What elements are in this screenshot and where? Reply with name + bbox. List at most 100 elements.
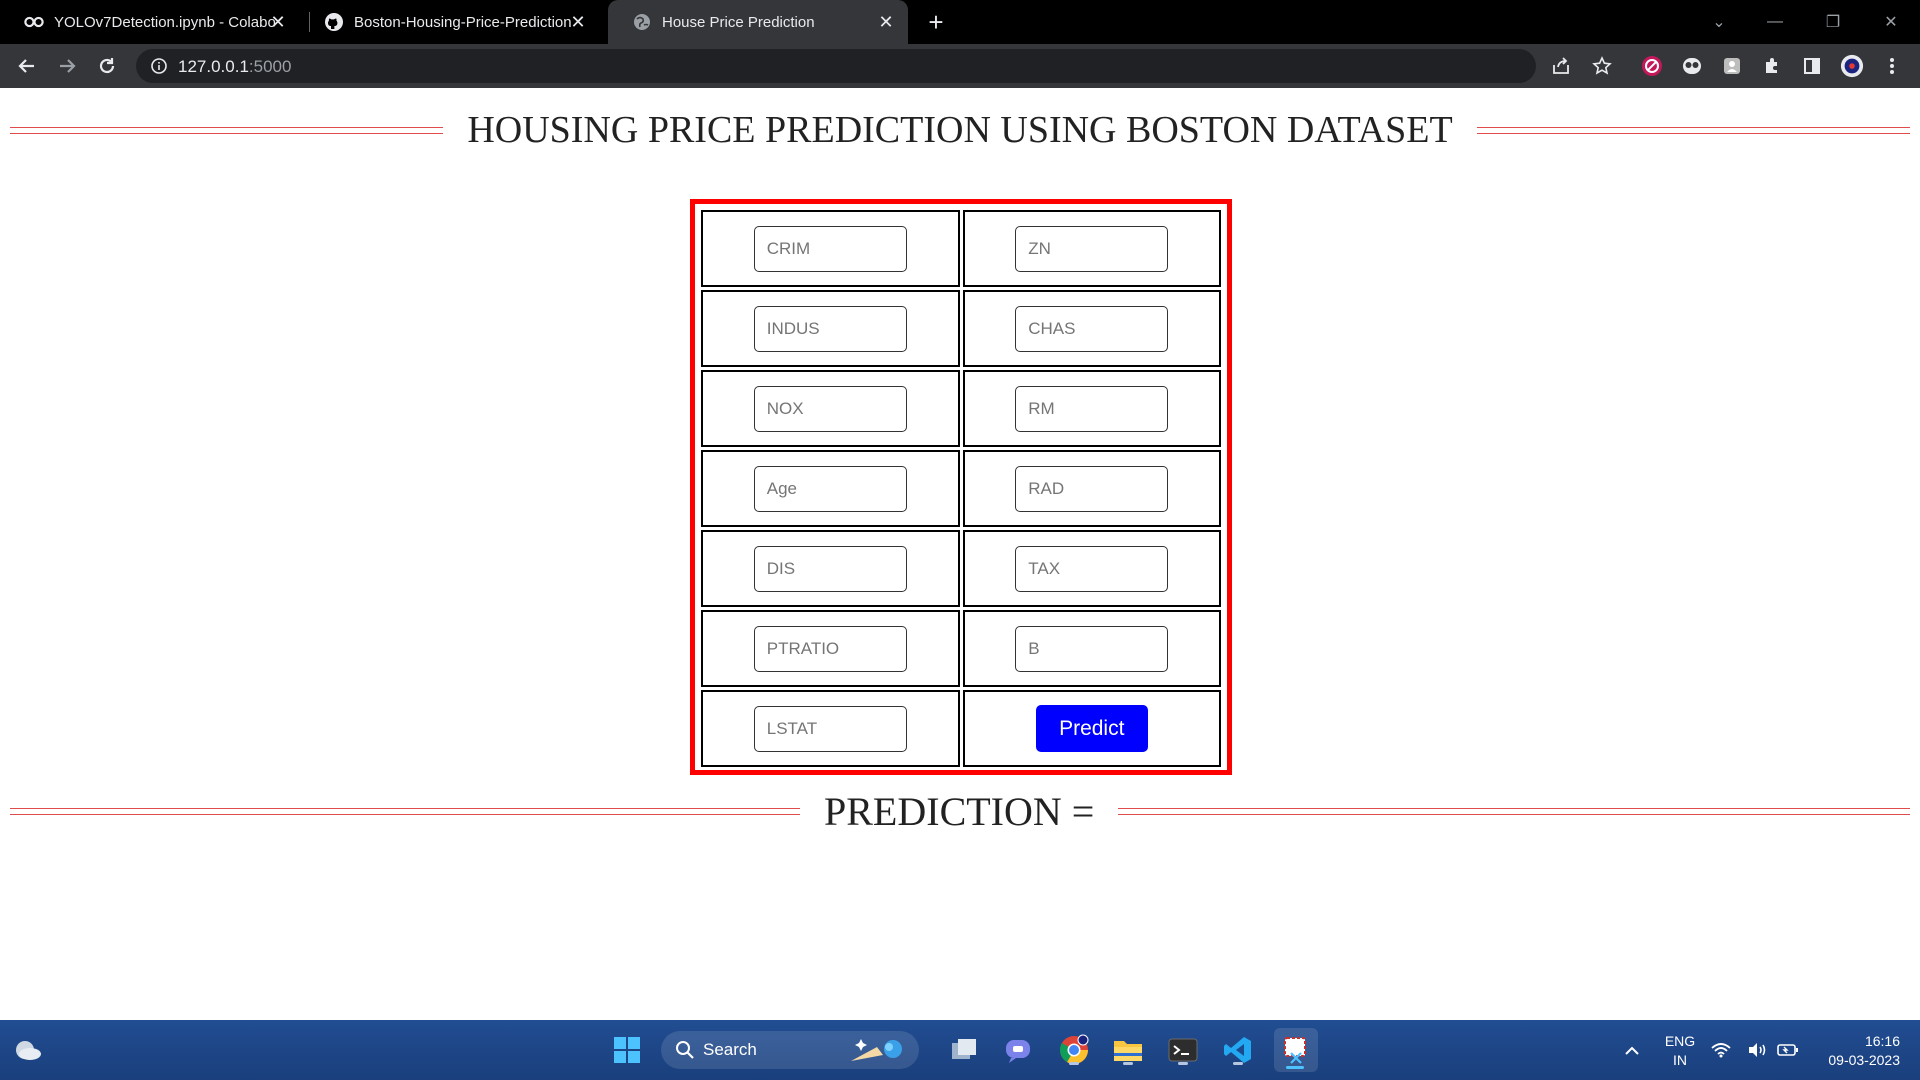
extension-owl-icon[interactable] — [1680, 54, 1704, 78]
active-indicator — [1286, 1066, 1304, 1069]
tab-house-price[interactable]: House Price Prediction ✕ — [608, 0, 908, 44]
chrome-icon[interactable] — [1056, 1032, 1092, 1068]
github-icon — [324, 12, 344, 32]
extension-block-icon[interactable] — [1640, 54, 1664, 78]
terminal-icon[interactable] — [1165, 1032, 1201, 1068]
chas-input[interactable] — [1015, 305, 1169, 352]
weather-icon[interactable] — [10, 1032, 46, 1068]
table-cell — [701, 210, 960, 287]
restore-button[interactable]: ❐ — [1818, 8, 1848, 36]
table-row — [701, 450, 1221, 527]
table-cell — [701, 290, 960, 367]
search-highlight-icon — [847, 1035, 907, 1065]
new-tab-button[interactable]: + — [922, 7, 950, 37]
url-port: :5000 — [248, 57, 292, 76]
age-input[interactable] — [753, 465, 907, 512]
address-bar[interactable]: 127.0.0.1:5000 — [136, 49, 1536, 83]
battery-icon[interactable] — [1776, 1032, 1800, 1068]
clock-date: 09-03-2023 — [1828, 1052, 1900, 1068]
tab-title: YOLOv7Detection.ipynb - Colabo — [54, 13, 276, 31]
heading-line-right — [1118, 808, 1910, 815]
ptratio-input[interactable] — [753, 625, 907, 672]
language-indicator[interactable]: ENG IN — [1662, 1032, 1698, 1070]
tab-github[interactable]: Boston-Housing-Price-Prediction ✕ — [300, 0, 600, 44]
tab-strip: YOLOv7Detection.ipynb - Colabo ✕ Boston-… — [0, 0, 1920, 44]
rm-input[interactable] — [1015, 385, 1169, 432]
language-code: ENG — [1664, 1033, 1696, 1049]
side-panel-icon[interactable] — [1800, 54, 1824, 78]
back-icon[interactable] — [13, 52, 41, 80]
profile-avatar[interactable] — [1840, 54, 1864, 78]
browser-toolbar: 127.0.0.1:5000 — [0, 44, 1920, 88]
heading-line-right — [1476, 126, 1910, 134]
extensions-puzzle-icon[interactable] — [1760, 54, 1784, 78]
nox-input[interactable] — [753, 385, 907, 432]
task-view-icon[interactable] — [946, 1032, 982, 1068]
rad-input[interactable] — [1015, 465, 1169, 512]
volume-icon[interactable] — [1745, 1032, 1769, 1068]
close-window-button[interactable]: ✕ — [1876, 8, 1906, 36]
table-cell: Predict — [962, 690, 1221, 767]
colab-icon — [24, 12, 44, 32]
indus-input[interactable] — [753, 305, 907, 352]
tax-input[interactable] — [1015, 545, 1169, 592]
table-cell — [962, 530, 1221, 607]
reload-icon[interactable] — [93, 52, 121, 80]
table-row — [701, 530, 1221, 607]
close-tab-icon[interactable]: ✕ — [266, 10, 290, 34]
file-explorer-icon[interactable] — [1110, 1032, 1146, 1068]
wifi-icon[interactable] — [1709, 1032, 1733, 1068]
input-table: Predict — [698, 207, 1224, 770]
close-tab-icon[interactable]: ✕ — [566, 10, 590, 34]
heading-line-left — [10, 808, 800, 815]
zn-input[interactable] — [1015, 225, 1169, 272]
table-cell — [701, 530, 960, 607]
table-row — [701, 290, 1221, 367]
clock-time: 16:16 — [1864, 1033, 1900, 1049]
lstat-input[interactable] — [753, 705, 907, 752]
taskbar-search[interactable]: Search — [661, 1031, 919, 1069]
tab-colab[interactable]: YOLOv7Detection.ipynb - Colabo ✕ — [0, 0, 300, 44]
prediction-form: Predict — [690, 199, 1232, 775]
prediction-heading: PREDICTION = — [0, 788, 1920, 835]
tab-title: Boston-Housing-Price-Prediction — [354, 13, 572, 31]
page-content: HOUSING PRICE PREDICTION USING BOSTON DA… — [0, 88, 1920, 1020]
url-host: 127.0.0.1 — [178, 57, 249, 76]
crim-input[interactable] — [753, 225, 907, 272]
clock[interactable]: 16:16 09-03-2023 — [1812, 1032, 1912, 1070]
bookmark-star-icon[interactable] — [1590, 54, 1614, 78]
start-windows-icon[interactable] — [609, 1032, 645, 1068]
prediction-label: PREDICTION = — [824, 789, 1095, 834]
heading-line-left — [10, 126, 444, 134]
running-indicator — [1123, 1062, 1133, 1065]
url-text: 127.0.0.1:5000 — [178, 57, 291, 77]
predict-button[interactable]: Predict — [1035, 705, 1148, 752]
running-indicator — [1178, 1062, 1188, 1065]
table-cell — [962, 370, 1221, 447]
tab-search-icon[interactable]: ⌄ — [1704, 8, 1734, 36]
teams-chat-icon[interactable] — [1000, 1032, 1036, 1068]
dis-input[interactable] — [753, 545, 907, 592]
extension-contact-icon[interactable] — [1720, 54, 1744, 78]
table-cell — [701, 450, 960, 527]
minimize-button[interactable]: — — [1760, 8, 1790, 36]
page-heading: HOUSING PRICE PREDICTION USING BOSTON DA… — [0, 108, 1920, 152]
browser-menu-icon[interactable] — [1880, 54, 1904, 78]
search-label: Search — [703, 1040, 757, 1059]
table-cell — [701, 610, 960, 687]
snipping-tool-icon[interactable] — [1274, 1028, 1318, 1072]
table-row — [701, 370, 1221, 447]
b-input[interactable] — [1015, 625, 1169, 672]
table-cell — [701, 370, 960, 447]
forward-icon[interactable] — [53, 52, 81, 80]
chevron-up-icon[interactable] — [1614, 1032, 1650, 1068]
tab-title: House Price Prediction — [662, 13, 815, 31]
page-title: HOUSING PRICE PREDICTION USING BOSTON DA… — [467, 109, 1453, 151]
table-row — [701, 610, 1221, 687]
vscode-icon[interactable] — [1220, 1032, 1256, 1068]
close-tab-icon[interactable]: ✕ — [874, 10, 898, 34]
site-info-icon[interactable] — [150, 57, 168, 75]
globe-icon — [632, 12, 652, 32]
share-icon[interactable] — [1549, 54, 1573, 78]
table-cell — [962, 450, 1221, 527]
